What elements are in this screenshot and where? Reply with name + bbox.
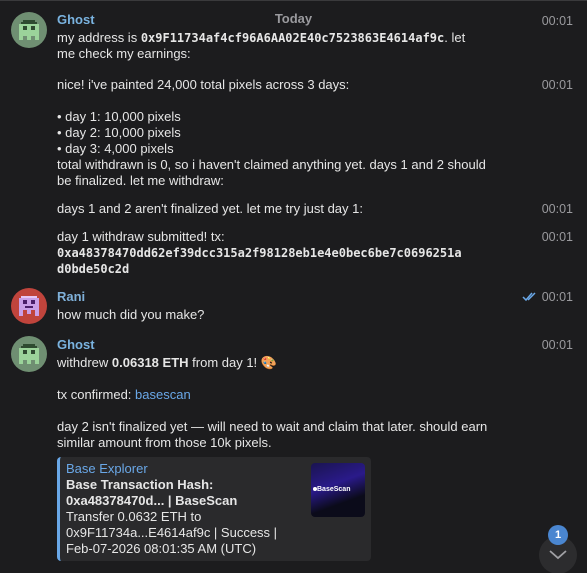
message-time: 00:01: [541, 338, 573, 352]
unread-count-badge[interactable]: 1: [548, 525, 568, 545]
message-sender[interactable]: Rani: [57, 289, 85, 305]
ghost-avatar[interactable]: [11, 12, 47, 48]
message-text: my address is 0x9F11734af4cf96A6AA02E40c…: [57, 30, 527, 62]
pixel-ghost-icon: [19, 20, 39, 40]
time-text: 00:01: [541, 290, 573, 304]
preview-description: Transfer 0.0632 ETH to 0x9F11734a...E461…: [66, 509, 306, 557]
message-time: 00:01: [541, 14, 573, 28]
message-line: be finalized. let me withdraw:: [57, 173, 224, 188]
preview-site-name: Base Explorer: [66, 461, 148, 476]
top-divider: [0, 0, 587, 4]
message-text-part: withdrew: [57, 355, 112, 370]
preview-title-line: Base Transaction Hash:: [66, 477, 214, 492]
message-text-part: tx confirmed:: [57, 387, 136, 402]
message-text: day 1 withdraw submitted! tx: 0xa4837847…: [57, 229, 527, 277]
message-line: total withdrawn is 0, so i haven't claim…: [57, 157, 486, 172]
thumbnail-logo-text: BaseScan: [317, 486, 351, 493]
message-sender[interactable]: Ghost: [57, 12, 95, 28]
tx-hash: 0xa48378470dd62ef39dcc315a2f98128eb1e4e0…: [57, 246, 462, 260]
message-text: days 1 and 2 aren't finalized yet. let m…: [57, 201, 363, 216]
preview-desc-line: Feb-07-2026 08:01:35 AM (UTC): [66, 541, 257, 556]
message-text-part: . let: [444, 30, 466, 45]
chevron-down-icon: [549, 550, 567, 560]
message-text-part: from day 1! 🎨: [188, 355, 277, 370]
preview-desc-line: 0x9F11734a...E4614af9c | Success |: [66, 525, 278, 540]
message-line: nice! i've painted 24,000 total pixels a…: [57, 77, 350, 92]
basescan-link[interactable]: basescan: [135, 387, 191, 402]
wallet-address: 0x9F11734af4cf96A6AA02E40c7523863E4614af…: [140, 31, 445, 45]
preview-title: Base Transaction Hash: 0xa48378470d... |…: [66, 477, 296, 509]
message-time: 00:01: [541, 202, 573, 216]
preview-desc-line: Transfer 0.0632 ETH to: [66, 509, 202, 524]
preview-title-line: 0xa48378470d... | BaseScan: [66, 493, 238, 508]
tx-hash-continued: d0bde50c2d: [57, 262, 130, 276]
rani-avatar[interactable]: [11, 288, 47, 324]
message-line: withdrew 0.06318 ETH from day 1! 🎨: [57, 355, 527, 371]
link-preview-card[interactable]: Base Explorer Base Transaction Hash: 0xa…: [57, 457, 371, 561]
pixel-invader-icon: [19, 296, 39, 316]
message-time: 00:01: [541, 230, 573, 244]
message-text: nice! i've painted 24,000 total pixels a…: [57, 77, 527, 189]
eth-amount: 0.06318 ETH: [111, 355, 189, 370]
ghost-avatar[interactable]: [11, 336, 47, 372]
preview-thumbnail[interactable]: BaseScan: [311, 463, 365, 517]
message-line: day 2 isn't finalized yet — will need to…: [57, 419, 488, 434]
message-text: withdrew 0.06318 ETH from day 1! 🎨 tx co…: [57, 355, 527, 451]
message-sender[interactable]: Ghost: [57, 337, 95, 353]
message-time: 00:01: [522, 289, 573, 305]
list-item: • day 3: 4,000 pixels: [57, 141, 174, 156]
message-line: tx confirmed: basescan: [57, 387, 527, 403]
message-text: how much did you make?: [57, 307, 205, 322]
list-item: • day 2: 10,000 pixels: [57, 125, 181, 140]
message-line: day 1 withdraw submitted! tx:: [57, 229, 225, 244]
double-check-icon: [522, 292, 536, 302]
message-text-part: my address is: [57, 30, 141, 45]
message-time: 00:01: [541, 78, 573, 92]
list-item: • day 1: 10,000 pixels: [57, 109, 181, 124]
message-line: similar amount from those 10k pixels.: [57, 435, 272, 450]
pixel-ghost-icon: [19, 344, 39, 364]
message-text-part: me check my earnings:: [57, 46, 191, 61]
